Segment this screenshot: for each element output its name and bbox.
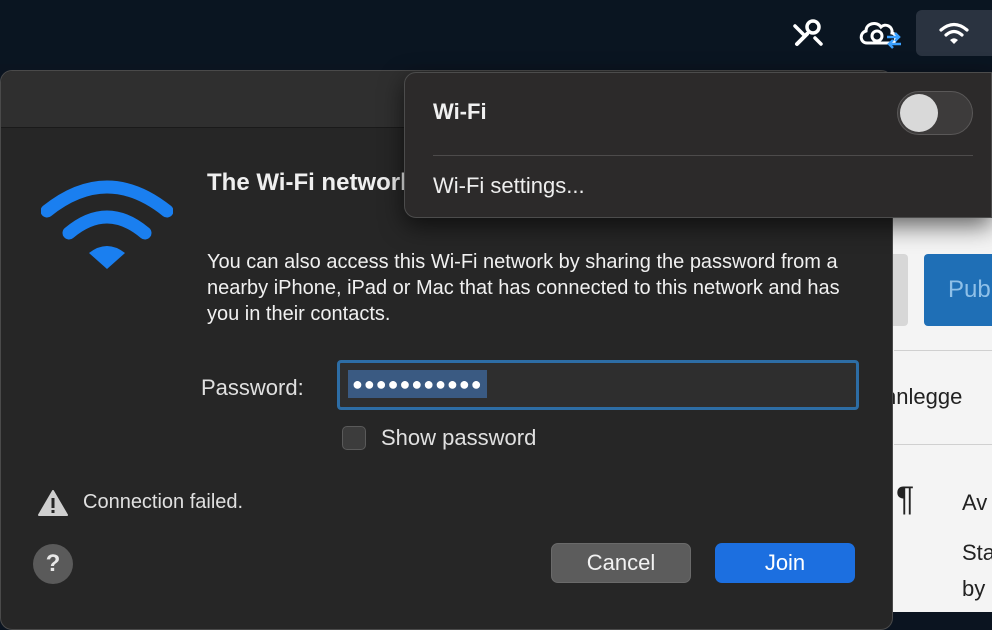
warning-icon (37, 489, 69, 522)
wifi-menu-title: Wi-Fi (433, 99, 487, 124)
toggle-knob (900, 94, 938, 132)
menu-separator (433, 155, 973, 156)
wifi-icon (40, 177, 174, 274)
dialog-description: You can also access this Wi-Fi network b… (207, 251, 840, 325)
wifi-settings-menu-item[interactable]: Wi-Fi settings... (433, 173, 585, 199)
show-password-checkbox[interactable] (342, 426, 366, 450)
publish-button[interactable]: Pub (924, 254, 992, 326)
creative-cloud-sync-icon[interactable] (852, 10, 908, 56)
wifi-menu: Wi-Fi Wi-Fi settings... (404, 72, 992, 218)
password-value: ●●●●●●●●●●● (348, 370, 487, 398)
join-button[interactable]: Join (715, 543, 855, 583)
background-text: by (962, 576, 986, 601)
tools-icon[interactable] (786, 10, 830, 56)
background-text: Av (962, 490, 988, 515)
wifi-toggle[interactable] (897, 91, 973, 135)
show-password-label[interactable]: Show password (381, 425, 536, 451)
wifi-status-icon[interactable] (916, 10, 992, 56)
background-text: nnlegge (884, 384, 963, 409)
help-button[interactable]: ? (33, 544, 73, 584)
status-text: Connection failed. (83, 491, 244, 513)
cancel-button[interactable]: Cancel (551, 543, 691, 583)
menu-bar (0, 0, 992, 64)
divider (894, 444, 992, 445)
divider (894, 350, 992, 351)
password-label: Password: (201, 375, 304, 400)
paragraph-icon: ¶ (896, 480, 915, 518)
background-text: Sta (962, 540, 992, 565)
background-app-window: Pub nnlegge ¶ Av Sta by (880, 218, 992, 612)
password-input[interactable]: ●●●●●●●●●●● (337, 360, 859, 410)
